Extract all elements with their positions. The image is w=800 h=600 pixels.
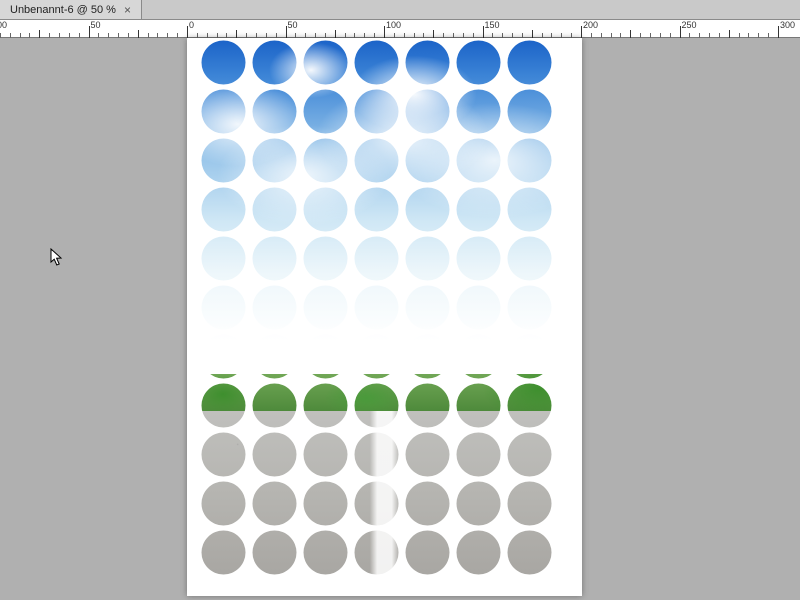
ruler-horizontal[interactable]: 100 50 0 50 100 150 200 250 300 [0, 20, 800, 38]
document-tab-title: Unbenannt-6 @ 50 % [10, 4, 116, 16]
mouse-cursor-icon [50, 248, 66, 268]
workspace[interactable] [0, 38, 800, 600]
document-canvas[interactable] [187, 38, 582, 596]
ruler-tick-label: 150 [485, 20, 500, 30]
artwork-scene [201, 40, 568, 578]
scene-greenery [201, 374, 568, 412]
ruler-tick-label: 250 [682, 20, 697, 30]
ruler-tick-label: 50 [91, 20, 101, 30]
document-tab[interactable]: Unbenannt-6 @ 50 % × [0, 0, 142, 19]
ruler-tick-label: 0 [189, 20, 194, 30]
scene-road [201, 411, 568, 578]
ruler-tick-label: 200 [583, 20, 598, 30]
document-tab-bar: Unbenannt-6 @ 50 % × [0, 0, 800, 20]
close-icon[interactable]: × [122, 4, 133, 16]
ruler-tick-label: 100 [0, 20, 7, 30]
ruler-tick-label: 100 [386, 20, 401, 30]
ruler-tick-label: 300 [780, 20, 795, 30]
ruler-tick-label: 50 [288, 20, 298, 30]
scene-sky [201, 40, 568, 341]
